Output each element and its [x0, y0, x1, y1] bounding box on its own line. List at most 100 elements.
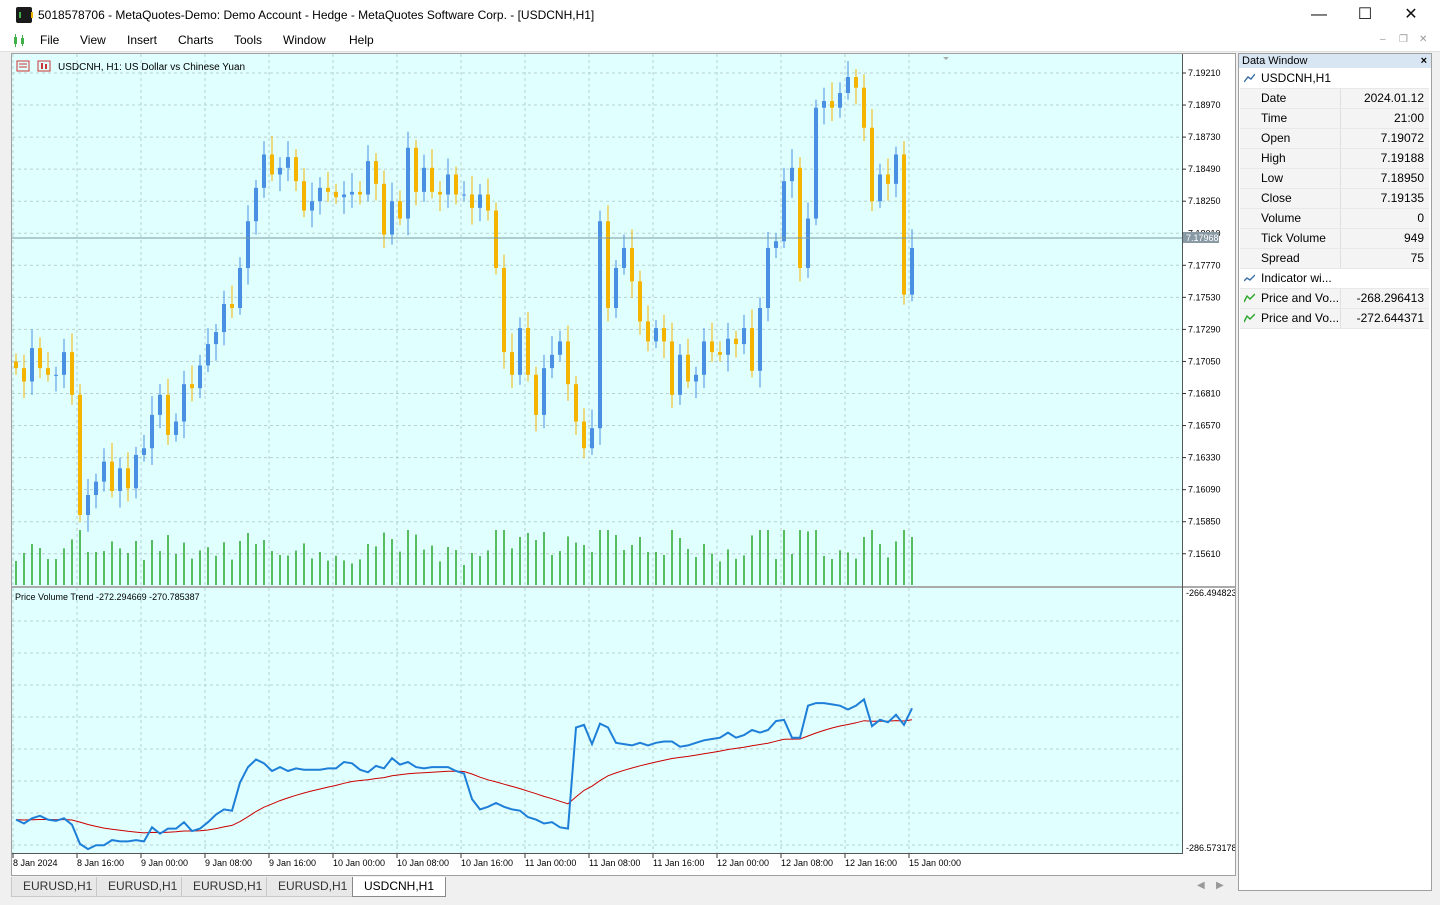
- indicator-key: Price and Vo...: [1261, 311, 1340, 325]
- time-tick-label: 10 Jan 16:00: [461, 858, 513, 868]
- candle-body: [430, 167, 434, 192]
- tab-eurusd-2[interactable]: EURUSD,H1: [96, 877, 190, 897]
- candle-body: [78, 394, 82, 516]
- data-value: 7.18950: [1380, 171, 1424, 185]
- candle-body: [174, 421, 178, 435]
- candle-body: [406, 147, 410, 219]
- menu-help[interactable]: Help: [349, 33, 374, 47]
- menu-window[interactable]: Window: [283, 33, 326, 47]
- data-value: 7.19072: [1380, 131, 1424, 145]
- indicator-value: -268.296413: [1356, 291, 1424, 305]
- data-value: 7.19188: [1380, 151, 1424, 165]
- tab-usdcnh[interactable]: USDCNH,H1: [352, 877, 447, 897]
- data-row-volume: Volume 0: [1240, 209, 1429, 229]
- data-value: 75: [1410, 251, 1424, 265]
- menu-file[interactable]: File: [40, 33, 59, 47]
- current-price-label: 7.17968: [1186, 233, 1219, 243]
- data-key: Volume: [1261, 211, 1302, 225]
- tab-eurusd-3[interactable]: EURUSD,H1: [181, 877, 275, 897]
- data-key: Close: [1261, 191, 1292, 205]
- candle-body: [342, 194, 346, 198]
- candle-body: [598, 221, 602, 429]
- candle-body: [438, 191, 442, 195]
- price-tick-label: 7.16090: [1188, 485, 1221, 495]
- menu-view[interactable]: View: [80, 33, 106, 47]
- price-tick-label: 7.17770: [1188, 260, 1221, 270]
- candle-body: [286, 157, 290, 168]
- candle-body: [878, 174, 882, 202]
- time-tick-label: 10 Jan 08:00: [397, 858, 449, 868]
- candle-body: [862, 87, 866, 128]
- close-button[interactable]: ✕: [1388, 0, 1434, 30]
- candle-body: [470, 194, 474, 208]
- candle-body: [830, 101, 834, 108]
- mdi-close-icon[interactable]: ✕: [1419, 34, 1427, 45]
- data-key: Spread: [1261, 251, 1300, 265]
- candle-body: [230, 304, 234, 309]
- candle-body: [894, 154, 898, 184]
- tab-eurusd-4[interactable]: EURUSD,H1: [266, 877, 360, 897]
- candle-body: [822, 101, 826, 108]
- candle-body: [158, 394, 162, 415]
- time-tick-label: 12 Jan 00:00: [717, 858, 769, 868]
- mdi-restore-icon[interactable]: ❐: [1399, 34, 1408, 45]
- candle-body: [366, 161, 370, 195]
- menu-tools[interactable]: Tools: [234, 33, 262, 47]
- candle-body: [270, 154, 274, 175]
- menu-insert[interactable]: Insert: [127, 33, 157, 47]
- window-title: 5018578706 - MetaQuotes-Demo: Demo Accou…: [38, 8, 595, 22]
- candle-body: [870, 127, 874, 202]
- candle-body: [670, 341, 674, 395]
- candle-body: [702, 341, 706, 375]
- candle-body: [198, 365, 202, 389]
- data-window-close-icon[interactable]: ×: [1418, 54, 1427, 68]
- candle-body: [806, 218, 810, 268]
- data-row-indicator-1: Price and Vo... -272.644371: [1240, 309, 1429, 329]
- candle-body: [398, 201, 402, 219]
- menu-charts[interactable]: Charts: [178, 33, 213, 47]
- app-icon: [16, 7, 33, 23]
- candle-body: [350, 191, 354, 195]
- candle-body: [38, 348, 42, 369]
- data-row-indicator-0: Price and Vo... -268.296413: [1240, 289, 1429, 309]
- candle-body: [854, 77, 858, 88]
- chart-symbol-label: USDCNH, H1: US Dollar vs Chinese Yuan: [58, 62, 245, 73]
- candle-body: [742, 328, 746, 345]
- candle-body: [86, 494, 90, 516]
- candle-body: [534, 374, 538, 415]
- tab-scroll-left-icon[interactable]: ◀: [1197, 880, 1205, 891]
- price-chart[interactable]: 7.192107.189707.187307.184907.182507.180…: [12, 54, 1235, 875]
- candle-body: [502, 267, 506, 353]
- data-key: Date: [1261, 91, 1287, 105]
- mdi-minimize-icon[interactable]: –: [1380, 34, 1386, 45]
- tab-scroll-right-icon[interactable]: ▶: [1216, 880, 1224, 891]
- candle-body: [798, 167, 802, 268]
- price-tick-label: 7.18730: [1188, 132, 1221, 142]
- data-row-indicator-header: Indicator wi...: [1240, 269, 1429, 289]
- data-row-spread: Spread 75: [1240, 249, 1429, 269]
- maximize-button[interactable]: ☐: [1342, 0, 1388, 30]
- candle-body: [886, 174, 890, 184]
- indicator-icon: [1244, 293, 1255, 303]
- price-tick-label: 7.17290: [1188, 324, 1221, 334]
- candle-body: [390, 201, 394, 235]
- price-tick-label: 7.15850: [1188, 517, 1221, 527]
- indicator-window-icon: [1244, 274, 1255, 282]
- data-row-date: Date 2024.01.12: [1240, 89, 1429, 109]
- time-tick-label: 8 Jan 2024: [13, 858, 58, 868]
- candle-body: [334, 191, 338, 198]
- candle-body: [238, 267, 242, 309]
- candle-body: [294, 157, 298, 182]
- candle-body: [302, 181, 306, 211]
- candle-body: [454, 174, 458, 195]
- tab-eurusd-1[interactable]: EURUSD,H1: [11, 877, 105, 897]
- data-row-high: High 7.19188: [1240, 149, 1429, 169]
- price-tick-label: 7.18970: [1188, 100, 1221, 110]
- candle-body: [686, 354, 690, 382]
- candle-body: [622, 247, 626, 268]
- minimize-button[interactable]: —: [1296, 0, 1342, 30]
- candle-body: [254, 187, 258, 222]
- symbol-icon: [1244, 73, 1255, 83]
- time-tick-label: 11 Jan 16:00: [653, 858, 704, 868]
- time-tick-label: 8 Jan 16:00: [77, 858, 124, 868]
